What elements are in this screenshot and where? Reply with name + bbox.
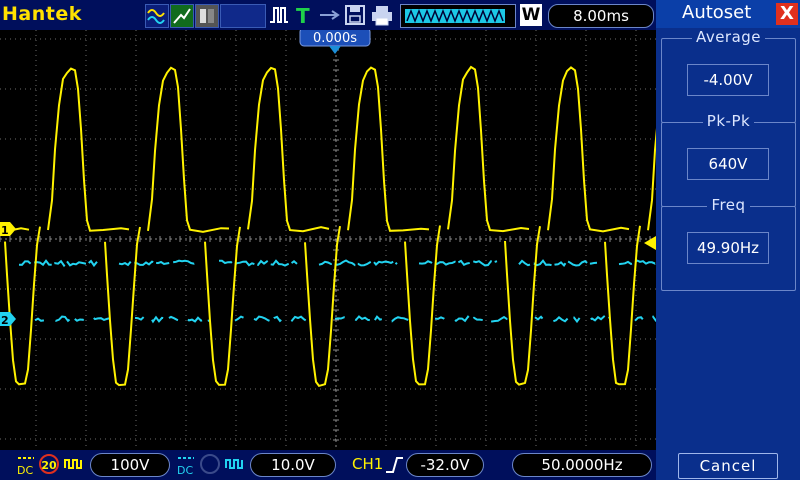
ch1-probe-attenuation[interactable]: 20	[39, 454, 59, 474]
save-icon[interactable]	[344, 4, 366, 26]
math-icon[interactable]	[170, 4, 194, 28]
brand-logo: Hantek	[2, 3, 82, 25]
trigger-position-label: 0.000s	[313, 31, 357, 46]
usb-icon	[318, 4, 340, 26]
timebase-readout[interactable]: 8.00ms	[548, 4, 654, 28]
svg-text:DC: DC	[177, 464, 193, 476]
ch1-coupling-icon: DC	[16, 452, 36, 476]
trigger-t-icon[interactable]: T	[294, 4, 314, 26]
measurement-average: Average -4.00V	[661, 38, 796, 123]
memory-depth-indicator[interactable]	[400, 4, 516, 28]
trigger-position-marker[interactable]: 0.000s	[300, 30, 370, 54]
ch2-probe-icon[interactable]	[200, 454, 220, 474]
svg-text:2: 2	[1, 314, 9, 327]
ch2-volts-div[interactable]: 10.0V	[250, 453, 336, 477]
ch1-volts-div[interactable]: 100V	[90, 453, 170, 477]
pulse-trigger-icon[interactable]	[268, 4, 290, 26]
measurement-value: 49.90Hz	[687, 232, 769, 264]
measurement-freq: Freq 49.90Hz	[661, 206, 796, 291]
acquire-mode-badge[interactable]: W	[520, 4, 542, 26]
measurement-label: Average	[692, 28, 765, 46]
svg-text:DC: DC	[17, 464, 33, 476]
trigger-source[interactable]: CH1	[352, 455, 383, 473]
ch2-ground-marker[interactable]: 2	[0, 312, 16, 327]
ch2-waveform	[0, 261, 656, 322]
ch1-waveform	[0, 67, 656, 386]
ch1-ground-marker[interactable]: 1	[0, 222, 16, 237]
measurement-label: Pk-Pk	[703, 112, 754, 130]
bottom-status-bar: DC 20 100V DC 10.0V CH1 -32.0V 50.0000Hz	[0, 450, 656, 480]
persistence-icon[interactable]	[195, 4, 219, 28]
measurement-pk-pk: Pk-Pk 640V	[661, 122, 796, 207]
printer-icon[interactable]	[370, 4, 394, 26]
top-toolbar: Hantek T W 8.00ms	[0, 0, 656, 30]
empty-status-slot	[220, 4, 266, 28]
close-button[interactable]: X	[776, 3, 798, 25]
cancel-button[interactable]: Cancel	[678, 453, 778, 479]
rising-edge-icon[interactable]	[384, 455, 404, 475]
measurement-value: 640V	[687, 148, 769, 180]
ch1-bandwidth-icon	[63, 454, 85, 474]
trigger-level[interactable]: -32.0V	[406, 453, 484, 477]
panel-header: Autoset X	[656, 0, 800, 28]
svg-text:T: T	[296, 4, 310, 26]
waveform-display[interactable]: 0.000s 1 2	[0, 30, 656, 450]
panel-title: Autoset	[682, 2, 751, 23]
ch2-bandwidth-icon	[224, 454, 246, 474]
svg-text:1: 1	[1, 224, 9, 237]
ch2-coupling-icon: DC	[176, 452, 196, 476]
measurement-value: -4.00V	[687, 64, 769, 96]
graticule	[0, 30, 656, 450]
trigger-frequency: 50.0000Hz	[512, 453, 652, 477]
autoset-panel: Autoset X Average -4.00V Pk-Pk 640V Freq…	[656, 0, 800, 480]
waveform-display-icon[interactable]	[145, 4, 169, 28]
measurement-label: Freq	[707, 196, 749, 214]
